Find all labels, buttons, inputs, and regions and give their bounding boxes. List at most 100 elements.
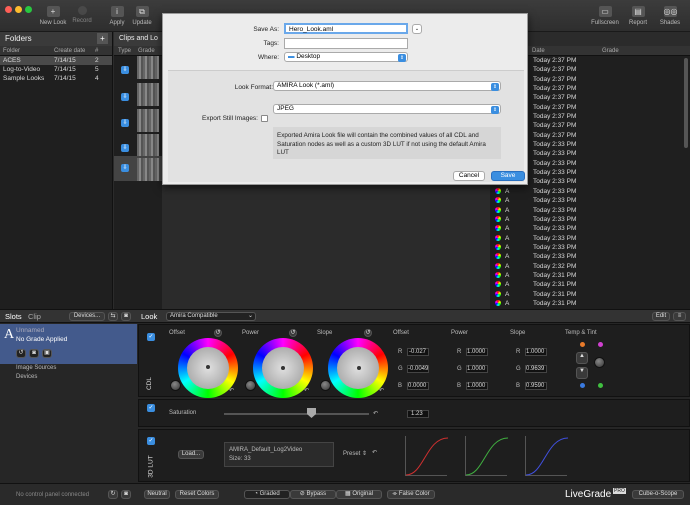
menu-icon[interactable]: ≡ [673,312,686,321]
reset-icon[interactable]: ↺ [16,349,26,358]
camera-icon[interactable]: ◙ [121,312,131,321]
refresh-icon[interactable]: ↻ [108,490,118,499]
col-type[interactable]: Type [118,46,131,56]
tags-input[interactable] [284,38,408,49]
folder-row[interactable]: Log-to-Video 7/14/15 5 [0,65,112,74]
original-button[interactable]: ▦ Original [336,490,382,499]
col-grade[interactable]: Grade [602,46,619,56]
camera-icon[interactable]: ◙ [29,349,39,358]
camera-icon[interactable]: ◙ [121,490,131,499]
look-row[interactable]: A Today 2:32 PM [490,262,690,271]
look-date: Today 2:33 PM [533,243,577,251]
folder-row[interactable]: Sample Looks 7/14/15 4 [0,74,112,83]
preset-select[interactable]: Preset ⇕ [343,450,367,457]
tab-clip[interactable]: Clip [28,312,41,321]
look-row[interactable]: A Today 2:33 PM [490,187,690,196]
reset-colors-button[interactable]: Reset Colors [175,490,219,499]
look-row[interactable]: A Today 2:33 PM [490,234,690,243]
update-button[interactable]: ⧉ Update [122,6,162,26]
slope-b-field[interactable]: 0.9590 [525,382,547,390]
link-icon[interactable]: ⇆ [108,312,118,321]
vertical-scrollbar[interactable] [684,58,688,148]
look-row[interactable]: A Today 2:33 PM [490,196,690,205]
cancel-button[interactable]: Cancel [453,171,485,181]
slope-master-knob[interactable] [320,380,331,391]
neutral-button[interactable]: Neutral [144,490,170,499]
look-mode-select[interactable]: Amira Compatible ⌄ [166,312,256,321]
folder-row[interactable]: ACES 7/14/15 2 [0,56,112,65]
load-lut-button[interactable]: Load... [178,450,204,459]
clip-thumbnail[interactable] [137,134,159,157]
col-folder[interactable]: Folder [3,46,20,56]
screen-icon[interactable]: ▣ [42,349,52,358]
export-still-checkbox[interactable] [261,115,268,122]
expand-dialog-button[interactable]: ⌄ [412,24,422,34]
slot-a[interactable]: A Unnamed No Grade Applied ↺ ◙ ▣ [0,324,137,364]
col-grade[interactable]: Grade [138,46,155,56]
look-format-select[interactable]: AMIRA Look (*.aml) ⇕ [273,81,501,91]
clip-thumbnail[interactable] [137,83,159,106]
look-date: Today 2:31 PM [533,290,577,298]
reset-icon[interactable]: ↺ [364,329,372,337]
saturation-slider-track[interactable] [224,413,369,415]
close-window-button[interactable] [5,6,12,13]
col-date[interactable]: Date [532,46,545,56]
tab-slots[interactable]: Slots [5,312,22,321]
power-r-field[interactable]: 1.0000 [466,348,488,356]
reset-icon[interactable]: ↶ [372,449,377,456]
cube-o-scope-button[interactable]: Cube-o-Scope [632,490,684,499]
minimize-window-button[interactable] [15,6,22,13]
power-master-knob[interactable] [245,380,256,391]
offset-r-field[interactable]: -0.027 [407,348,429,356]
look-row[interactable]: A Today 2:31 PM [490,271,690,280]
grade-wheel-icon [495,290,501,297]
lut-enable-checkbox[interactable]: ✓ [147,437,155,445]
look-row[interactable]: A Today 2:33 PM [490,243,690,252]
reset-icon[interactable]: ↶ [229,387,234,394]
cdl-enable-checkbox[interactable]: ✓ [147,333,155,341]
col-create-date[interactable]: Create date [54,46,85,56]
clip-thumbnail[interactable] [137,109,159,132]
tint-knob[interactable] [594,357,605,368]
add-folder-button[interactable]: + [97,33,108,44]
false-color-button[interactable]: ⌯ False Color [387,490,435,499]
look-row[interactable]: A Today 2:33 PM [490,224,690,233]
shades-button[interactable]: ◎◎ Shades [650,6,690,26]
save-as-input[interactable]: Hero_Look.aml [284,23,408,34]
save-button[interactable]: Save [491,171,525,181]
reset-icon[interactable]: ↶ [379,387,384,394]
look-row[interactable]: A Today 2:31 PM [490,299,690,308]
saturation-field[interactable]: 1.23 [407,410,429,418]
reset-icon[interactable]: ↺ [289,329,297,337]
edit-button[interactable]: Edit [652,312,670,321]
where-select[interactable]: ▬ Desktop ⇕ [284,52,408,62]
arrow-down-icon[interactable]: ▼ [576,367,588,379]
reset-icon[interactable]: ↶ [373,410,378,417]
bypass-button[interactable]: ⊘ Bypass [290,490,336,499]
record-button[interactable]: Record [62,6,102,24]
look-row[interactable]: A Today 2:31 PM [490,280,690,289]
slope-r-field[interactable]: 1.0000 [525,348,547,356]
col-count[interactable]: # [95,46,98,56]
power-b-field[interactable]: 1.0000 [466,382,488,390]
power-g-field[interactable]: 1.0000 [466,365,488,373]
offset-master-knob[interactable] [170,380,181,391]
offset-g-field[interactable]: -0.0049 [407,365,429,373]
slope-g-field[interactable]: 0.9639 [525,365,547,373]
offset-b-field[interactable]: 0.0000 [407,382,429,390]
saturation-enable-checkbox[interactable]: ✓ [147,404,155,412]
look-row[interactable]: A Today 2:31 PM [490,290,690,299]
look-row[interactable]: A Today 2:33 PM [490,206,690,215]
reset-icon[interactable]: ↶ [304,387,309,394]
arrow-up-icon[interactable]: ▲ [576,352,588,364]
graded-button[interactable]: ◔ Graded [244,490,290,499]
saturation-slider-thumb[interactable] [307,408,316,418]
look-row[interactable]: A Today 2:33 PM [490,215,690,224]
image-format-select[interactable]: JPEG ⇕ [273,104,501,114]
reset-icon[interactable]: ↺ [214,329,222,337]
clip-thumbnail[interactable] [137,158,159,181]
look-row[interactable]: A Today 2:33 PM [490,252,690,261]
devices-button[interactable]: Devices... [69,312,105,321]
clip-thumbnail[interactable] [137,56,159,79]
zoom-window-button[interactable] [25,6,32,13]
